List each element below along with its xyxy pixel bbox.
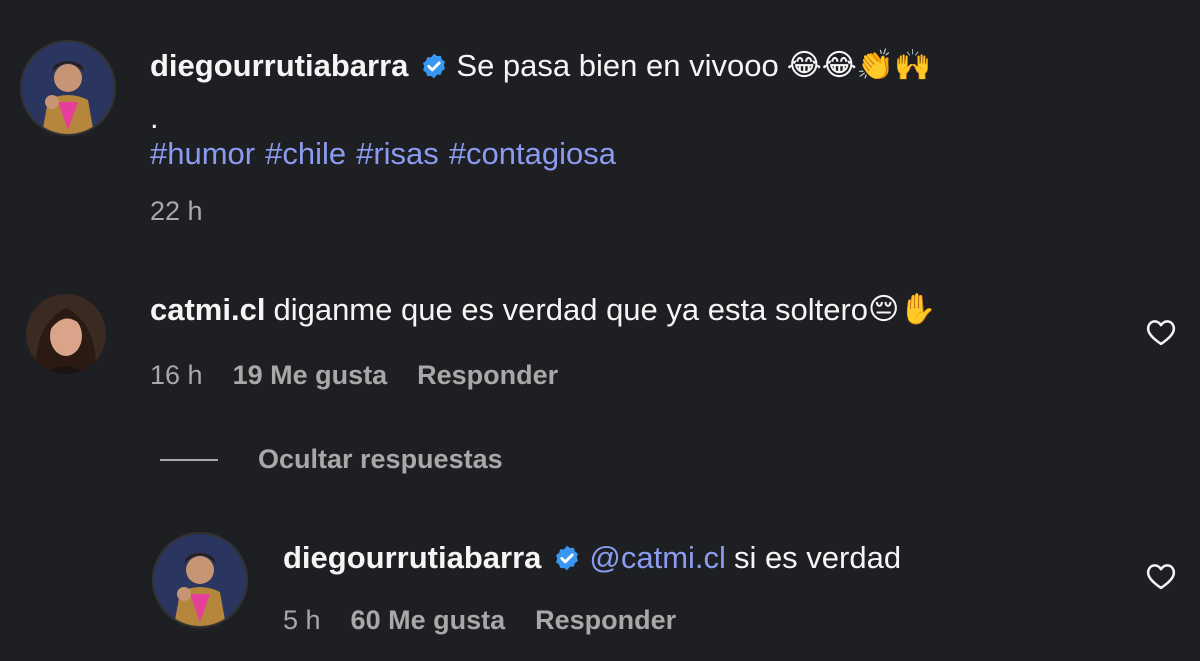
post-caption-line: diegourrutiabarra Se pasa bien en vivooo… [150, 48, 932, 84]
comment-likes-count[interactable]: 19 Me gusta [233, 360, 388, 391]
post-author-avatar[interactable] [20, 40, 116, 136]
reply-username[interactable]: diegourrutiabarra [283, 540, 541, 576]
avatar-image [154, 534, 246, 626]
comment-reply-button[interactable]: Responder [417, 360, 558, 391]
hide-replies-button[interactable]: Ocultar respuestas [160, 444, 503, 475]
comment-like-heart-icon[interactable] [1146, 318, 1176, 346]
reply-mention-link[interactable]: @catmi.cl [589, 540, 726, 576]
hashtag-link[interactable]: #risas [356, 136, 439, 172]
post-hashtags: #humor #chile #risas #contagiosa [150, 136, 616, 172]
post-username[interactable]: diegourrutiabarra [150, 48, 408, 84]
comment-meta: 16 h 19 Me gusta Responder [150, 360, 558, 391]
comment-username[interactable]: catmi.cl [150, 292, 265, 328]
reply-timestamp[interactable]: 5 h [283, 605, 321, 636]
reply-line: diegourrutiabarra @catmi.cl si es verdad [283, 540, 901, 576]
post-timestamp[interactable]: 22 h [150, 196, 203, 227]
comment-text: diganme que es verdad que ya esta solter… [273, 292, 869, 327]
post-caption-emoji: 😂😂👏🙌 [786, 49, 932, 82]
hashtag-link[interactable]: #chile [265, 136, 346, 172]
reply-reply-button[interactable]: Responder [535, 605, 676, 636]
verified-badge-icon [420, 52, 448, 80]
comment-timestamp[interactable]: 16 h [150, 360, 203, 391]
hashtag-link[interactable]: #contagiosa [449, 136, 616, 172]
hashtag-link[interactable]: #humor [150, 136, 255, 172]
avatar-image [26, 294, 106, 374]
reply-text: si es verdad [733, 540, 902, 575]
post-caption-text: Se pasa bien en vivooo [456, 48, 779, 83]
comment-emoji: 😔✋ [868, 293, 937, 326]
avatar-image [22, 42, 114, 134]
reply-like-heart-icon[interactable] [1146, 562, 1176, 590]
post-meta: 22 h [150, 196, 203, 227]
reply-likes-count[interactable]: 60 Me gusta [351, 605, 506, 636]
commenter-avatar[interactable] [26, 294, 106, 374]
divider-dash [160, 458, 218, 461]
post-caption-dot: . [150, 100, 159, 135]
reply-author-avatar[interactable] [152, 532, 248, 628]
hide-replies-label: Ocultar respuestas [258, 444, 503, 474]
comment-line: catmi.cl diganme que es verdad que ya es… [150, 292, 937, 328]
reply-meta: 5 h 60 Me gusta Responder [283, 605, 676, 636]
verified-badge-icon [553, 544, 581, 572]
